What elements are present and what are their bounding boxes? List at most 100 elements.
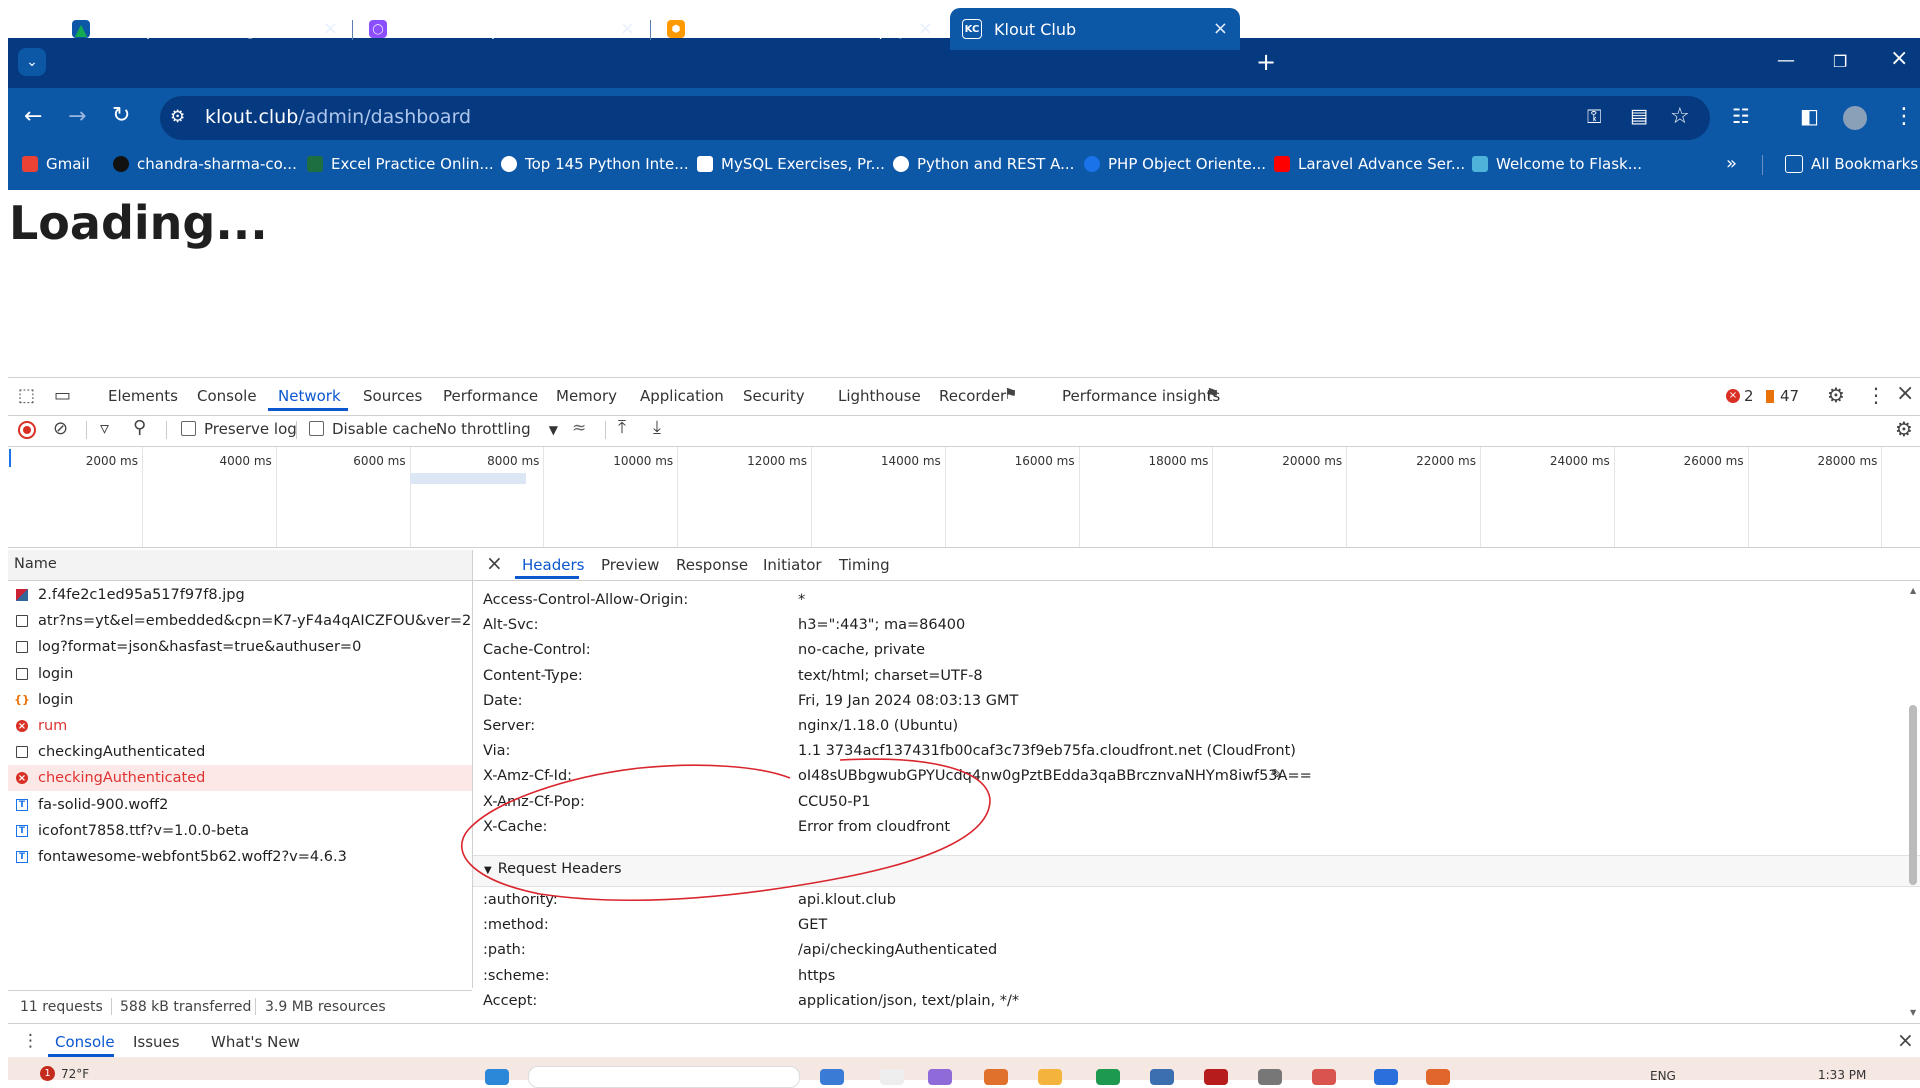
taskbar-app-icon[interactable] bbox=[1096, 1069, 1120, 1085]
back-icon[interactable]: ← bbox=[24, 104, 42, 129]
site-info-icon[interactable]: ⚙ bbox=[170, 107, 185, 127]
tab-preview[interactable]: Preview bbox=[601, 556, 659, 574]
search-icon[interactable]: ⚲ bbox=[133, 417, 146, 438]
drawer-tab-whats-new[interactable]: What's New bbox=[211, 1033, 300, 1051]
warning-count-badge[interactable]: 47 bbox=[1766, 387, 1799, 405]
tab-klout-club[interactable]: KC Klout Club × bbox=[950, 8, 1240, 50]
tab-lighthouse[interactable]: Lighthouse bbox=[838, 387, 921, 405]
bookmark-php[interactable]: PHP Object Oriente... bbox=[1084, 155, 1266, 173]
request-row[interactable]: checkingAuthenticated bbox=[8, 739, 472, 765]
bookmark-gmail[interactable]: Gmail bbox=[22, 155, 90, 173]
tab-security[interactable]: Security bbox=[743, 387, 805, 405]
scroll-down-arrow-icon[interactable]: ▼ bbox=[1910, 1008, 1916, 1017]
tab-ec2[interactable]: ⬢ EC2 Instance Connect | ap-south × bbox=[655, 8, 945, 50]
taskbar-app-icon[interactable] bbox=[880, 1069, 904, 1085]
name-column-header[interactable]: Name bbox=[8, 550, 472, 581]
tab-recorder[interactable]: Recorder bbox=[939, 387, 1006, 405]
tab-console[interactable]: Console bbox=[197, 387, 257, 405]
tab-performance[interactable]: Performance bbox=[443, 387, 538, 405]
close-icon[interactable]: × bbox=[620, 18, 635, 39]
drawer-close-icon[interactable]: × bbox=[1897, 1028, 1914, 1052]
forward-icon[interactable]: → bbox=[68, 104, 86, 129]
reload-icon[interactable]: ↻ bbox=[112, 103, 130, 128]
network-conditions-icon[interactable]: ≈ bbox=[572, 418, 586, 438]
close-icon[interactable]: × bbox=[323, 18, 338, 39]
bookmark-mysql[interactable]: MySQL Exercises, Pr... bbox=[697, 155, 885, 173]
error-count-badge[interactable]: × 2 bbox=[1726, 387, 1754, 405]
close-icon[interactable]: × bbox=[918, 18, 933, 39]
bookmark-github[interactable]: chandra-sharma-co... bbox=[113, 155, 297, 173]
taskbar-app-icon[interactable] bbox=[1204, 1069, 1228, 1085]
throttling-select[interactable]: No throttling ▼ bbox=[436, 420, 558, 438]
install-app-icon[interactable]: ▤ bbox=[1630, 105, 1648, 127]
disable-cache-checkbox[interactable]: Disable cache bbox=[309, 420, 437, 438]
request-row[interactable]: login bbox=[8, 661, 472, 687]
request-row[interactable]: × rum bbox=[8, 713, 472, 739]
request-row[interactable]: × checkingAuthenticated bbox=[8, 765, 472, 792]
password-key-icon[interactable]: ⚿ bbox=[1587, 106, 1601, 128]
drawer-tab-console[interactable]: Console bbox=[55, 1033, 115, 1051]
scroll-up-arrow-icon[interactable]: ▲ bbox=[1910, 586, 1916, 595]
tab-timing[interactable]: Timing bbox=[839, 556, 890, 574]
tab-performance-insights[interactable]: Performance insights bbox=[1062, 387, 1220, 405]
request-row[interactable]: Ticofont7858.ttf?v=1.0.0-beta bbox=[8, 818, 472, 844]
request-row[interactable]: 2.f4fe2c1ed95a517f97f8.jpg bbox=[8, 582, 472, 608]
bookmark-python-interview[interactable]: Top 145 Python Inte... bbox=[501, 155, 689, 173]
taskbar-app-icon[interactable] bbox=[820, 1069, 844, 1085]
tab-elements[interactable]: Elements bbox=[108, 387, 178, 405]
extensions-icon[interactable]: ☷ bbox=[1732, 104, 1750, 128]
taskbar-app-icon[interactable] bbox=[1426, 1069, 1450, 1085]
tab-network[interactable]: Network bbox=[278, 387, 341, 405]
new-tab-button[interactable]: + bbox=[1256, 48, 1276, 76]
bookmark-flask[interactable]: Welcome to Flask... bbox=[1472, 155, 1642, 173]
tab-response[interactable]: Response bbox=[676, 556, 748, 574]
taskbar-app-icon[interactable] bbox=[1150, 1069, 1174, 1085]
devtools-close-icon[interactable]: × bbox=[1896, 381, 1914, 406]
windows-start-icon[interactable] bbox=[485, 1069, 509, 1085]
tab-cloudfront[interactable]: ◯ CloudFront | Global × bbox=[357, 8, 647, 50]
devtools-menu-icon[interactable]: ⋮ bbox=[1866, 383, 1886, 407]
weather-widget[interactable]: 1 72°F bbox=[40, 1066, 89, 1081]
taskbar-app-icon[interactable] bbox=[928, 1069, 952, 1085]
record-stop-icon[interactable] bbox=[18, 421, 36, 439]
taskbar-app-icon[interactable] bbox=[1038, 1069, 1062, 1085]
close-icon[interactable]: × bbox=[1213, 18, 1228, 39]
request-row[interactable]: Tfontawesome-webfont5b62.woff2?v=4.6.3 bbox=[8, 844, 472, 870]
all-bookmarks[interactable]: All Bookmarks bbox=[1785, 155, 1918, 173]
language-indicator[interactable]: ENG bbox=[1650, 1069, 1676, 1083]
request-row[interactable]: {} login bbox=[8, 687, 472, 713]
export-har-icon[interactable]: ⤓ bbox=[653, 417, 661, 438]
taskbar-app-icon[interactable] bbox=[1374, 1069, 1398, 1085]
taskbar-app-icon[interactable] bbox=[1258, 1069, 1282, 1085]
tab-sources[interactable]: Sources bbox=[363, 387, 422, 405]
side-panel-icon[interactable]: ◧ bbox=[1800, 104, 1819, 128]
detail-scrollbar[interactable] bbox=[1909, 705, 1917, 885]
profile-avatar[interactable] bbox=[1843, 106, 1867, 130]
clear-icon[interactable]: ⊘ bbox=[53, 418, 68, 439]
menu-kebab-icon[interactable]: ⋮ bbox=[1893, 104, 1915, 129]
timeline-overview[interactable] bbox=[8, 447, 1920, 548]
tab-search-button[interactable]: ⌄ bbox=[18, 48, 46, 76]
minimize-icon[interactable]: — bbox=[1777, 50, 1795, 71]
tab-application[interactable]: Application bbox=[640, 387, 724, 405]
taskbar-app-icon[interactable] bbox=[984, 1069, 1008, 1085]
edit-pencil-icon[interactable]: ✎ bbox=[1271, 767, 1283, 783]
tab-initiator[interactable]: Initiator bbox=[763, 556, 822, 574]
bookmark-python-rest[interactable]: Python and REST A... bbox=[893, 155, 1074, 173]
tab-mongodb[interactable]: ▲ Data | Cloud: MongoDB Cloud × bbox=[60, 8, 350, 50]
settings-gear-icon[interactable]: ⚙ bbox=[1827, 383, 1845, 407]
drawer-tab-issues[interactable]: Issues bbox=[133, 1033, 180, 1051]
import-har-icon[interactable]: ⤒ bbox=[618, 417, 626, 438]
network-settings-icon[interactable]: ⚙ bbox=[1895, 417, 1913, 441]
inspect-element-icon[interactable]: ⬚ bbox=[18, 385, 35, 406]
request-row[interactable]: atr?ns=yt&el=embedded&cpn=K7-yF4a4qAICZF… bbox=[8, 608, 472, 634]
preserve-log-checkbox[interactable]: Preserve log bbox=[181, 420, 297, 438]
close-detail-icon[interactable]: × bbox=[486, 551, 503, 575]
taskbar-search[interactable] bbox=[528, 1066, 800, 1088]
tab-memory[interactable]: Memory bbox=[556, 387, 617, 405]
url-text[interactable]: klout.club/admin/dashboard bbox=[205, 106, 471, 128]
request-headers-section[interactable] bbox=[473, 855, 1920, 887]
bookmarks-overflow-icon[interactable]: » bbox=[1726, 153, 1737, 174]
restore-icon[interactable]: ❐ bbox=[1833, 52, 1847, 71]
request-headers-title[interactable]: ▼ Request Headers bbox=[484, 861, 622, 877]
